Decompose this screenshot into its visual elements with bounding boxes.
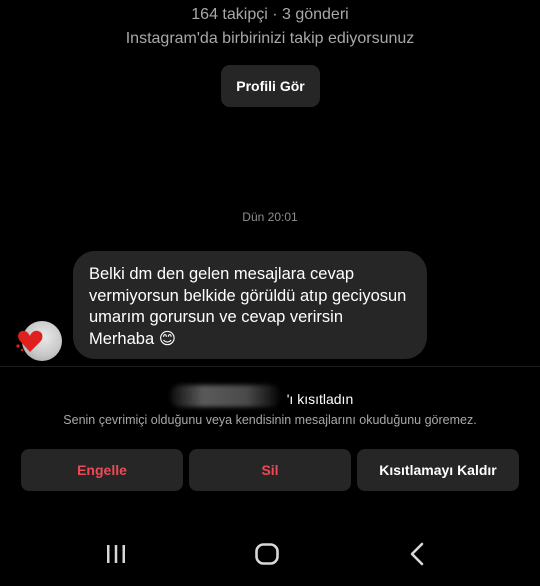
system-navbar bbox=[0, 532, 540, 576]
unrestrict-button[interactable]: Kısıtlamayı Kaldır bbox=[357, 449, 519, 491]
divider bbox=[0, 366, 540, 367]
restriction-title: 'ı kısıtladın bbox=[0, 391, 540, 407]
heart-sticker-icon bbox=[16, 330, 43, 352]
mutual-follow-text: Instagram'da birbirinizi takip ediyorsun… bbox=[125, 30, 415, 47]
delete-button[interactable]: Sil bbox=[189, 449, 351, 491]
message-bubble[interactable]: Belki dm den gelen mesajlara cevap vermi… bbox=[73, 251, 427, 359]
restriction-title-text: 'ı kısıtladın bbox=[286, 391, 354, 407]
profile-stats: 164 takipçi · 3 gönderi bbox=[191, 6, 349, 23]
view-profile-button[interactable]: Profili Gör bbox=[221, 65, 320, 107]
avatar[interactable] bbox=[16, 321, 62, 361]
message-timestamp: Dün 20:01 bbox=[242, 210, 298, 224]
home-icon[interactable] bbox=[237, 532, 297, 576]
recent-apps-icon[interactable] bbox=[86, 532, 146, 576]
back-icon[interactable] bbox=[388, 532, 448, 576]
block-button[interactable]: Engelle bbox=[21, 449, 183, 491]
restriction-description: Senin çevrimiçi olduğunu veya kendisinin… bbox=[63, 413, 477, 427]
